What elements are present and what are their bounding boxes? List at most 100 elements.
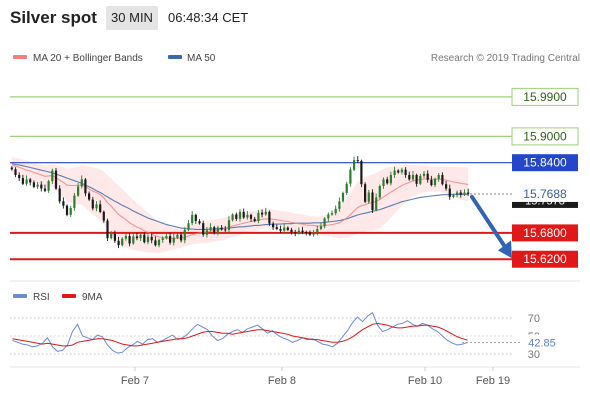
- candle-body: [400, 169, 403, 173]
- candle-body: [187, 223, 190, 230]
- candle-body: [456, 192, 459, 196]
- rsi-ma-line: [12, 322, 468, 347]
- candle-body: [135, 236, 139, 239]
- timeframe-button[interactable]: 30 MIN: [106, 6, 158, 30]
- candle-body: [161, 238, 164, 240]
- candle-body: [150, 236, 153, 241]
- candle-body: [110, 233, 113, 239]
- candle-body: [345, 183, 348, 193]
- chart-legend: MA 20 + Bollinger Bands MA 50 Research ©…: [13, 53, 580, 64]
- candle: [69, 205, 72, 218]
- candle-body: [198, 221, 201, 224]
- x-label-feb-7: Feb 7: [121, 375, 149, 387]
- candle-body: [73, 195, 76, 208]
- candle-body: [124, 236, 127, 239]
- candle-body: [77, 186, 80, 196]
- candle: [341, 191, 345, 203]
- candle-body: [227, 220, 231, 230]
- candle-body: [169, 236, 172, 243]
- candle: [371, 189, 374, 213]
- candle-body: [386, 179, 389, 184]
- level-label-15.8400: 15.8400: [523, 156, 567, 170]
- candle-body: [323, 218, 326, 227]
- candle-body: [279, 229, 282, 231]
- candle-body: [301, 230, 304, 232]
- rsi-ma-legend-swatch: [62, 294, 76, 298]
- candle-body: [238, 211, 242, 219]
- candle: [364, 182, 367, 204]
- candle: [360, 159, 363, 188]
- candle-body: [452, 195, 455, 197]
- current-price-label: 15.7688: [523, 187, 567, 201]
- candle-body: [378, 186, 381, 198]
- candle-body: [349, 169, 352, 184]
- price-chart: MA 20 + Bollinger Bands MA 50 Research ©…: [10, 53, 580, 387]
- candle-body: [14, 169, 17, 175]
- candle-body: [43, 188, 47, 191]
- candle: [268, 210, 271, 226]
- candle-body: [371, 192, 374, 211]
- candle-body: [209, 227, 212, 231]
- candle-body: [84, 179, 87, 194]
- candle: [349, 167, 352, 187]
- candle-body: [441, 175, 444, 185]
- candle: [187, 219, 190, 232]
- candle-body: [91, 199, 94, 209]
- candle-body: [283, 227, 286, 231]
- candle-body: [235, 214, 238, 219]
- candle-body: [467, 192, 470, 194]
- candle-body: [275, 227, 278, 229]
- ma20-legend-label: MA 20 + Bollinger Bands: [33, 53, 143, 64]
- candle-body: [382, 179, 385, 186]
- candle-body: [330, 213, 334, 215]
- candle-body: [353, 160, 356, 170]
- candle-body: [128, 236, 131, 244]
- candle-body: [29, 179, 32, 183]
- candle-body: [121, 238, 124, 246]
- header-bar: Silver spot 30 MIN 06:48:34 CET: [0, 0, 590, 36]
- candle-body: [426, 173, 429, 180]
- candle-body: [360, 160, 363, 185]
- rsi-panel: 70503042.85: [10, 311, 562, 361]
- candle-body: [297, 230, 300, 234]
- candle-body: [205, 230, 208, 235]
- candle-body: [18, 175, 21, 179]
- candle-body: [80, 179, 83, 187]
- ma50-legend-swatch: [168, 55, 182, 59]
- candle-body: [113, 233, 116, 241]
- rsi-legend-label: RSI: [33, 292, 50, 303]
- candle-body: [445, 184, 448, 189]
- candle-body: [308, 232, 311, 235]
- candle-body: [47, 181, 50, 191]
- bollinger-band-area: [11, 157, 469, 254]
- candle-body: [102, 211, 105, 221]
- candle-body: [294, 232, 297, 234]
- candle-body: [411, 175, 415, 180]
- candle-body: [213, 227, 216, 233]
- candle-body: [415, 175, 418, 184]
- rsi-legend-swatch: [13, 294, 27, 298]
- candle: [106, 218, 109, 242]
- candle-body: [463, 192, 466, 195]
- candle-body: [257, 212, 260, 221]
- candle: [356, 156, 359, 164]
- candle-body: [334, 208, 337, 214]
- rsi-tick-30: 30: [528, 349, 540, 361]
- candle-body: [433, 178, 437, 185]
- candle-body: [202, 223, 205, 235]
- candle-body: [419, 175, 422, 184]
- projection: [470, 194, 512, 259]
- candle-body: [389, 175, 392, 184]
- candle: [54, 167, 58, 190]
- level-label-15.6800: 15.6800: [523, 226, 567, 240]
- candle-body: [253, 218, 256, 222]
- candle: [242, 208, 245, 219]
- candle-body: [65, 205, 69, 215]
- candle-body: [264, 211, 267, 215]
- candle-body: [312, 232, 315, 235]
- candle-body: [220, 227, 223, 230]
- candle-body: [95, 204, 98, 209]
- candle-body: [146, 236, 150, 243]
- candle-body: [272, 223, 275, 228]
- candle-body: [132, 236, 135, 244]
